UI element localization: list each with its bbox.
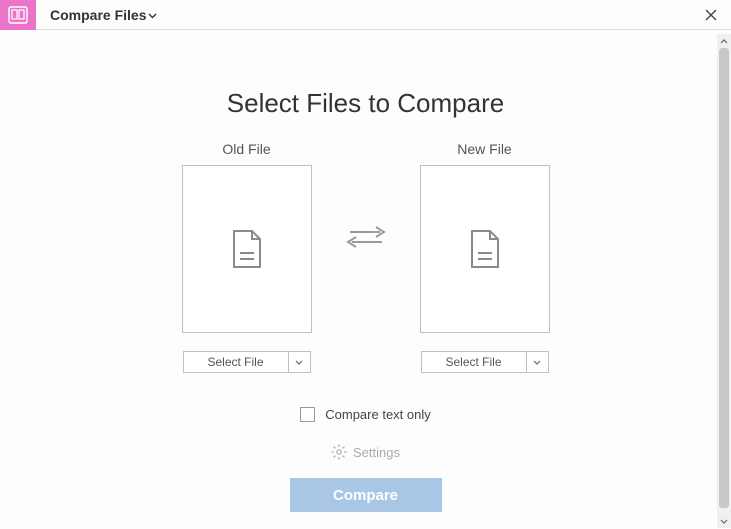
scroll-down-button[interactable]: [717, 514, 731, 528]
compare-text-only-checkbox[interactable]: [300, 407, 315, 422]
old-file-label: Old File: [222, 141, 270, 157]
header-bar: Compare Files: [0, 0, 731, 30]
new-select-file-button[interactable]: Select File: [421, 351, 527, 373]
gear-icon: [331, 444, 347, 460]
compare-icon: [8, 6, 28, 24]
scroll-thumb[interactable]: [719, 48, 729, 508]
file-panels: Old File Select File: [182, 141, 550, 373]
document-icon: [466, 227, 504, 271]
new-file-dropzone[interactable]: [420, 165, 550, 333]
compare-text-only-option[interactable]: Compare text only: [300, 407, 431, 422]
old-file-panel: Old File Select File: [182, 141, 312, 373]
vertical-scrollbar[interactable]: [717, 34, 731, 528]
caret-down-icon: [295, 360, 303, 365]
chevron-up-icon: [720, 39, 728, 44]
app-icon: [0, 0, 36, 30]
old-select-file-button[interactable]: Select File: [183, 351, 289, 373]
chevron-down-icon: [720, 519, 728, 524]
compare-text-only-label: Compare text only: [325, 407, 431, 422]
settings-label: Settings: [353, 445, 400, 460]
compare-button[interactable]: Compare: [290, 478, 442, 512]
close-button[interactable]: [691, 0, 731, 30]
header-title-dropdown[interactable]: Compare Files: [36, 6, 157, 24]
old-file-select-group: Select File: [183, 351, 311, 373]
swap-files-button[interactable]: [346, 224, 386, 250]
main-content: Select Files to Compare Old File Select …: [0, 30, 731, 529]
settings-button[interactable]: Settings: [331, 444, 400, 460]
header-title: Compare Files: [50, 7, 146, 23]
swap-arrows-icon: [346, 224, 386, 250]
document-icon: [228, 227, 266, 271]
new-file-panel: New File Select File: [420, 141, 550, 373]
new-file-label: New File: [457, 141, 511, 157]
new-file-select-group: Select File: [421, 351, 549, 373]
old-file-dropzone[interactable]: [182, 165, 312, 333]
scroll-up-button[interactable]: [717, 34, 731, 48]
caret-down-icon: [533, 360, 541, 365]
old-select-file-dropdown[interactable]: [289, 351, 311, 373]
caret-down-icon: [148, 6, 157, 24]
close-icon: [704, 8, 718, 22]
page-title: Select Files to Compare: [227, 88, 504, 119]
new-select-file-dropdown[interactable]: [527, 351, 549, 373]
